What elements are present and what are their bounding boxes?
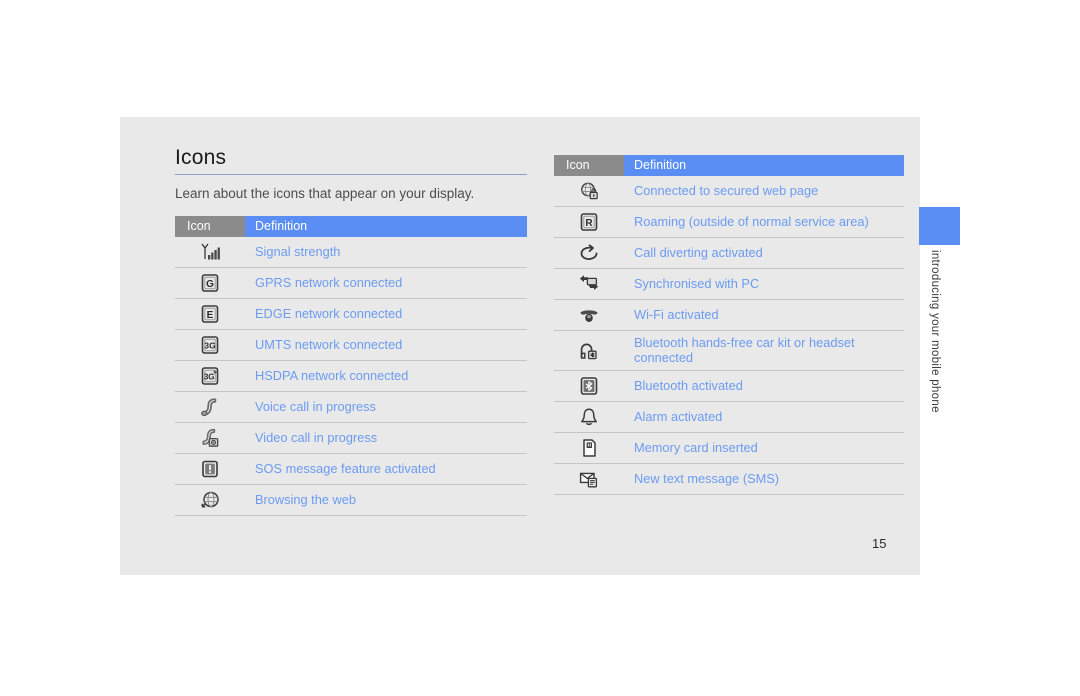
table-row: Signal strength (175, 237, 527, 268)
icon-cell: E (175, 298, 245, 330)
icon-cell (175, 422, 245, 454)
definition-cell: Video call in progress (245, 422, 527, 454)
browsing-web-icon (198, 488, 222, 512)
hsdpa-network-icon: 3G + (198, 364, 222, 388)
icon-cell: 3G (175, 329, 245, 361)
icon-cell (175, 391, 245, 423)
secure-web-icon (577, 179, 601, 203)
gprs-network-icon: G (198, 271, 222, 295)
svg-text:R: R (585, 218, 593, 229)
table-row: Bluetooth activated (554, 370, 904, 402)
table-row: Alarm activated (554, 401, 904, 433)
definition-cell: Voice call in progress (245, 391, 527, 423)
voice-call-icon (198, 395, 222, 419)
new-sms-icon (577, 467, 601, 491)
table-row: G GPRS network connected (175, 267, 527, 299)
table-row: Bluetooth hands-free car kit or headset … (554, 330, 904, 371)
sos-message-icon (198, 457, 222, 481)
wifi-icon (577, 303, 601, 327)
icon-cell (554, 237, 624, 269)
svg-text:G: G (206, 279, 214, 290)
definition-cell: HSDPA network connected (245, 360, 527, 392)
icon-cell (554, 176, 624, 207)
table-row: Voice call in progress (175, 391, 527, 423)
table-row: Browsing the web (175, 484, 527, 516)
icon-cell (175, 484, 245, 516)
definition-cell: Bluetooth hands-free car kit or headset … (624, 330, 904, 371)
definition-cell: SOS message feature activated (245, 453, 527, 485)
table-row: SOS message feature activated (175, 453, 527, 485)
left-column: Icons Learn about the icons that appear … (175, 145, 527, 516)
icon-cell: G (175, 267, 245, 299)
section-tab-label: introducing your mobile phone (929, 250, 941, 413)
sync-pc-icon (577, 272, 601, 296)
svg-text:3G: 3G (204, 341, 215, 351)
table-row: E EDGE network connected (175, 298, 527, 330)
table-row: Synchronised with PC (554, 268, 904, 300)
definition-cell: Call diverting activated (624, 237, 904, 269)
icon-cell (554, 330, 624, 371)
left-icon-table: Icon Definition Signal strength G GPRS n… (175, 216, 527, 516)
section-tab-marker (919, 207, 960, 245)
roaming-icon: R (577, 210, 601, 234)
table-header-row: Icon Definition (554, 155, 904, 176)
page-title: Icons (175, 146, 227, 169)
right-column: Icon Definition Connected to secured web… (554, 155, 904, 495)
definition-cell: Bluetooth activated (624, 370, 904, 402)
header-icon-cell: Icon (554, 155, 624, 176)
definition-cell: Synchronised with PC (624, 268, 904, 300)
icon-cell (554, 463, 624, 495)
table-row: Call diverting activated (554, 237, 904, 269)
icon-cell (554, 370, 624, 402)
table-row: Wi-Fi activated (554, 299, 904, 331)
document-page: Icons Learn about the icons that appear … (0, 0, 1080, 696)
page-number: 15 (872, 536, 887, 551)
header-definition-cell: Definition (245, 216, 527, 237)
table-row: R Roaming (outside of normal service are… (554, 206, 904, 238)
table-row: 3G + HSDPA network connected (175, 360, 527, 392)
right-icon-table: Icon Definition Connected to secured web… (554, 155, 904, 495)
icon-cell (175, 237, 245, 268)
definition-cell: GPRS network connected (245, 267, 527, 299)
icon-cell: R (554, 206, 624, 238)
definition-cell: Browsing the web (245, 484, 527, 516)
header-icon-cell: Icon (175, 216, 245, 237)
signal-strength-icon (198, 240, 222, 264)
definition-cell: Alarm activated (624, 401, 904, 433)
table-row: Video call in progress (175, 422, 527, 454)
umts-network-icon: 3G (198, 333, 222, 357)
definition-cell: Wi-Fi activated (624, 299, 904, 331)
bluetooth-icon (577, 374, 601, 398)
icon-cell (554, 268, 624, 300)
icon-cell (554, 401, 624, 433)
definition-cell: Signal strength (245, 237, 527, 268)
icon-cell (175, 453, 245, 485)
bluetooth-headset-icon (577, 339, 601, 363)
table-row: New text message (SMS) (554, 463, 904, 495)
table-row: Connected to secured web page (554, 176, 904, 207)
definition-cell: Connected to secured web page (624, 176, 904, 207)
svg-text:E: E (207, 310, 214, 321)
table-row: 3G UMTS network connected (175, 329, 527, 361)
intro-text: Learn about the icons that appear on you… (175, 186, 475, 201)
icon-cell (554, 299, 624, 331)
memory-card-icon (577, 436, 601, 460)
svg-text:+: + (213, 370, 217, 377)
definition-cell: Memory card inserted (624, 432, 904, 464)
call-diverting-icon (577, 241, 601, 265)
icon-cell: 3G + (175, 360, 245, 392)
definition-cell: UMTS network connected (245, 329, 527, 361)
alarm-icon (577, 405, 601, 429)
definition-cell: EDGE network connected (245, 298, 527, 330)
table-header-row: Icon Definition (175, 216, 527, 237)
title-divider (175, 174, 527, 175)
table-row: Memory card inserted (554, 432, 904, 464)
icon-cell (554, 432, 624, 464)
video-call-icon (198, 426, 222, 450)
definition-cell: Roaming (outside of normal service area) (624, 206, 904, 238)
header-definition-cell: Definition (624, 155, 904, 176)
edge-network-icon: E (198, 302, 222, 326)
definition-cell: New text message (SMS) (624, 463, 904, 495)
